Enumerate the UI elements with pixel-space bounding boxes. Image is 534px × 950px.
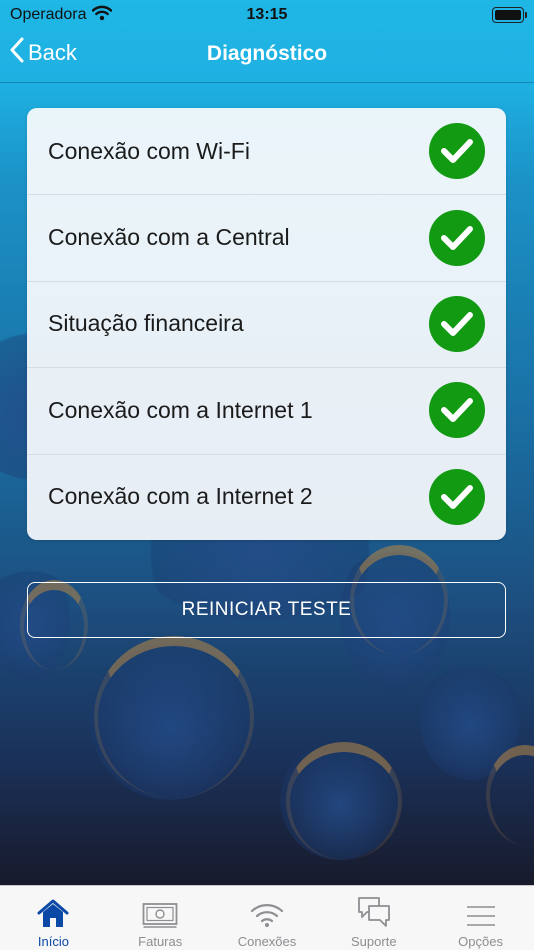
wifi-icon xyxy=(250,896,284,928)
tab-conexoes[interactable]: Conexões xyxy=(214,886,321,950)
tab-bar: Início Faturas Conexões Suporte Opções xyxy=(0,885,534,950)
navigation-bar: Back Diagnóstico xyxy=(0,30,534,83)
chat-icon xyxy=(357,896,391,928)
diagnostic-label: Situação financeira xyxy=(48,310,244,337)
bg-bubble xyxy=(420,660,520,780)
check-circle-icon xyxy=(429,209,485,266)
diagnostic-row-internet-2: Conexão com a Internet 2 xyxy=(27,453,506,540)
tab-faturas[interactable]: Faturas xyxy=(107,886,214,950)
invoice-icon xyxy=(142,896,178,928)
bg-bubble xyxy=(90,640,250,800)
restart-test-button[interactable]: REINICIAR TESTE xyxy=(27,582,506,638)
bg-bubble-ring xyxy=(286,742,402,860)
tab-label: Faturas xyxy=(138,934,183,949)
diagnostic-row-financial: Situação financeira xyxy=(27,280,506,367)
diagnostic-list: Conexão com Wi-Fi Conexão com a Central … xyxy=(27,108,506,540)
bg-bubble-ring xyxy=(486,745,534,845)
diagnostic-label: Conexão com Wi-Fi xyxy=(48,137,250,164)
tab-label: Suporte xyxy=(351,934,397,949)
bg-bubble-ring xyxy=(94,636,254,798)
check-circle-icon xyxy=(429,468,485,525)
tab-label: Início xyxy=(37,934,69,949)
bg-bubble xyxy=(280,740,400,860)
check-circle-icon xyxy=(429,295,485,352)
diagnostic-label: Conexão com a Internet 2 xyxy=(48,483,313,510)
screen: Operadora 13:15 Back Diagnóstico Conexão… xyxy=(0,0,534,950)
diagnostic-row-internet-1: Conexão com a Internet 1 xyxy=(27,367,506,453)
page-title: Diagnóstico xyxy=(206,42,328,65)
check-circle-icon xyxy=(429,382,485,439)
clock: 13:15 xyxy=(246,6,288,23)
check-circle-icon xyxy=(429,123,485,180)
home-icon xyxy=(37,896,69,928)
status-bar: Operadora 13:15 xyxy=(0,0,534,30)
menu-icon xyxy=(465,896,497,928)
battery-icon xyxy=(492,7,527,23)
tab-label: Opções xyxy=(458,934,503,949)
tab-inicio[interactable]: Início xyxy=(0,886,107,950)
diagnostic-row-central: Conexão com a Central xyxy=(27,194,506,280)
tab-suporte[interactable]: Suporte xyxy=(320,886,427,950)
tab-opcoes[interactable]: Opções xyxy=(427,886,534,950)
diagnostic-label: Conexão com a Internet 1 xyxy=(48,396,313,423)
diagnostic-label: Conexão com a Central xyxy=(48,224,290,251)
diagnostic-row-wifi: Conexão com Wi-Fi xyxy=(27,108,506,194)
tab-label: Conexões xyxy=(237,934,297,949)
